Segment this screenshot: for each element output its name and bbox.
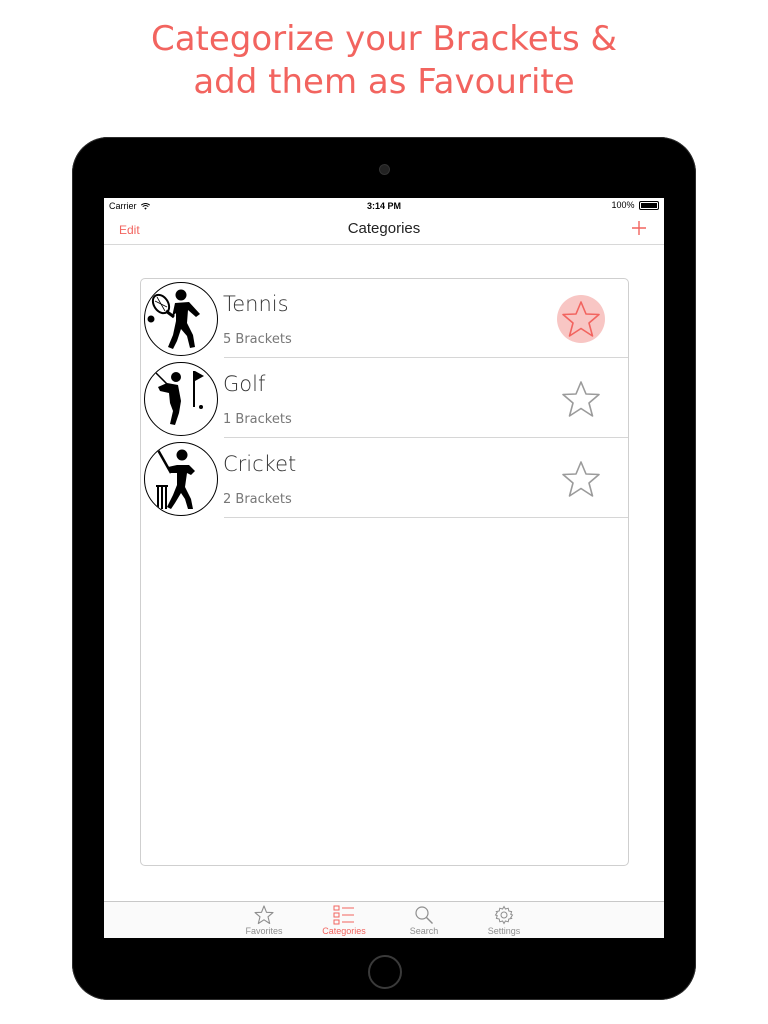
tab-label: Favorites <box>245 926 283 936</box>
tab-bar: Favorites Categories Search Settings <box>104 901 664 938</box>
row-divider <box>224 517 628 518</box>
star-filled-icon <box>562 301 600 337</box>
tab-label: Search <box>409 926 439 936</box>
category-row-cricket[interactable]: Cricket 2 Brackets <box>141 439 628 518</box>
tab-label: Settings <box>487 926 521 936</box>
tab-label: Categories <box>322 926 366 936</box>
tab-settings[interactable]: Settings <box>472 902 536 938</box>
category-list: Tennis 5 Brackets Golf 1 Brackets Cricke… <box>140 278 629 866</box>
battery-percent: 100% <box>611 200 635 210</box>
ipad-frame: Carrier 3:14 PM 100% Edit Categories Ten… <box>72 137 696 1000</box>
battery-icon <box>639 201 659 211</box>
row-divider <box>224 357 628 358</box>
headline-line-2: add them as Favourite <box>193 62 575 102</box>
favorite-toggle[interactable] <box>557 295 605 343</box>
tennis-icon <box>144 282 218 356</box>
plus-icon <box>632 221 646 235</box>
navigation-bar: Edit Categories <box>104 214 664 245</box>
gear-icon <box>494 905 514 925</box>
bracket-count: 2 Brackets <box>223 492 292 507</box>
status-bar: Carrier 3:14 PM 100% <box>104 198 664 214</box>
app-screen: Carrier 3:14 PM 100% Edit Categories Ten… <box>104 198 664 938</box>
category-name: Cricket <box>223 452 297 476</box>
list-icon <box>333 905 354 925</box>
status-time: 3:14 PM <box>366 201 401 211</box>
row-divider <box>224 437 628 438</box>
page-title: Categories <box>347 220 421 237</box>
home-button[interactable] <box>368 955 402 989</box>
star-outline-icon <box>562 461 600 497</box>
category-row-golf[interactable]: Golf 1 Brackets <box>141 359 628 438</box>
bracket-count: 1 Brackets <box>223 412 292 427</box>
magnifier-icon <box>415 906 433 924</box>
star-icon <box>254 905 274 925</box>
category-name: Tennis <box>223 292 289 316</box>
category-row-tennis[interactable]: Tennis 5 Brackets <box>141 279 628 358</box>
cricket-icon <box>144 442 218 516</box>
headline-line-1: Categorize your Brackets & <box>150 19 618 59</box>
bracket-count: 5 Brackets <box>223 332 292 347</box>
star-outline-icon <box>562 381 600 417</box>
favorite-toggle[interactable] <box>557 375 605 423</box>
battery-indicator: 100% <box>611 200 659 211</box>
tab-search[interactable]: Search <box>392 902 456 938</box>
camera-icon <box>380 165 389 174</box>
tab-favorites[interactable]: Favorites <box>232 902 296 938</box>
category-name: Golf <box>223 372 266 396</box>
golf-icon <box>144 362 218 436</box>
add-category-button[interactable] <box>627 216 651 240</box>
favorite-toggle[interactable] <box>557 455 605 503</box>
tab-categories[interactable]: Categories <box>312 902 376 938</box>
promo-headline: Categorize your Brackets & add them as F… <box>0 18 768 104</box>
